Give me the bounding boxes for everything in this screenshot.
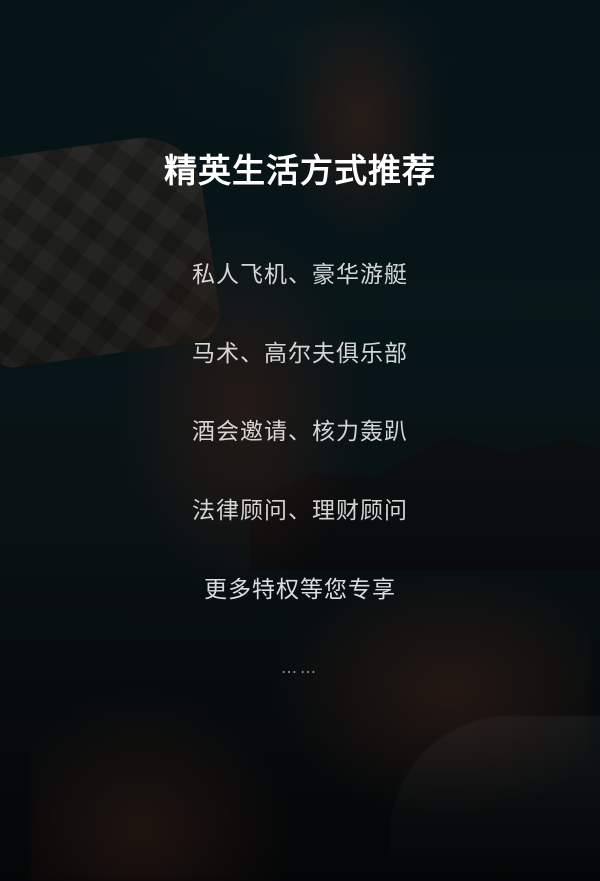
page-title: 精英生活方式推荐 (164, 151, 436, 190)
list-item: 法律顾问、理财顾问 (192, 498, 408, 524)
list-item: 私人飞机、豪华游艇 (192, 262, 408, 288)
more-ellipsis: …… (281, 658, 319, 677)
elite-lifestyle-screen: 精英生活方式推荐 私人飞机、豪华游艇 马术、高尔夫俱乐部 酒会邀请、核力轰趴 法… (0, 0, 600, 881)
list-item: 更多特权等您专享 (204, 577, 396, 603)
list-item: 马术、高尔夫俱乐部 (192, 341, 408, 367)
recommendation-panel: 精英生活方式推荐 私人飞机、豪华游艇 马术、高尔夫俱乐部 酒会邀请、核力轰趴 法… (0, 0, 600, 881)
list-item: 酒会邀请、核力轰趴 (192, 419, 408, 445)
